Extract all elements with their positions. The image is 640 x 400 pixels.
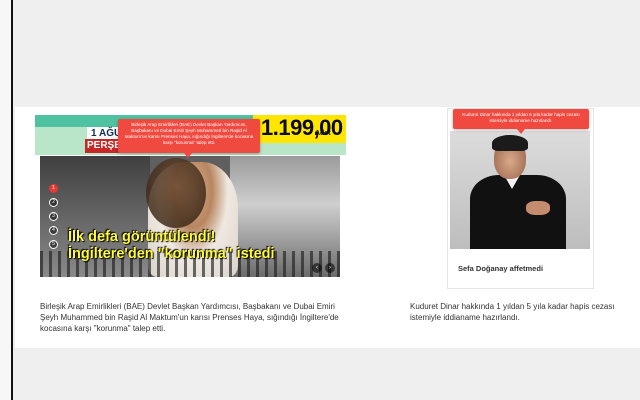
window-left-border: [0, 0, 13, 400]
headline-line-1: İlk defa görüntülendi!: [68, 229, 216, 245]
ad-price-unit: Adet: [315, 130, 331, 137]
slider-dot-2[interactable]: 2: [49, 198, 58, 207]
news-headline[interactable]: İlk defa görüntülendi! İngiltere'den "ko…: [68, 229, 338, 263]
headline-line-2: İngiltere'den "korunma" istedi: [68, 246, 275, 262]
news-description-right[interactable]: Kuduret Dinar hakkında 1 yıldan 5 yıla k…: [410, 301, 635, 323]
photo-person-body: [470, 175, 566, 249]
photo-person-hair: [146, 158, 206, 228]
slider-dot-4[interactable]: 4: [49, 226, 58, 235]
news-title-right[interactable]: Sefa Doğanay affetmedi: [458, 264, 588, 273]
tooltip-left: Birleşik Arap Emirlikleri (BAE) Devlet B…: [118, 119, 260, 158]
photo-person-hair: [492, 135, 528, 151]
slider-dot-5[interactable]: 5: [49, 240, 58, 249]
tooltip-right: Kudurut Dinar hakkında 1 yıldan 5 yıla k…: [453, 109, 589, 134]
slider-prev-button[interactable]: ‹: [312, 263, 322, 273]
slider-dot-3[interactable]: 3: [49, 212, 58, 221]
news-photo-right[interactable]: [450, 131, 590, 249]
news-description-left[interactable]: Birleşik Arap Emirlikleri (BAE) Devlet B…: [40, 301, 340, 334]
slider-dot-1[interactable]: 1: [49, 184, 58, 193]
ad-price: 1.199,00: [261, 115, 343, 140]
slider-next-button[interactable]: ›: [325, 263, 335, 273]
photo-person-hand: [526, 201, 550, 215]
